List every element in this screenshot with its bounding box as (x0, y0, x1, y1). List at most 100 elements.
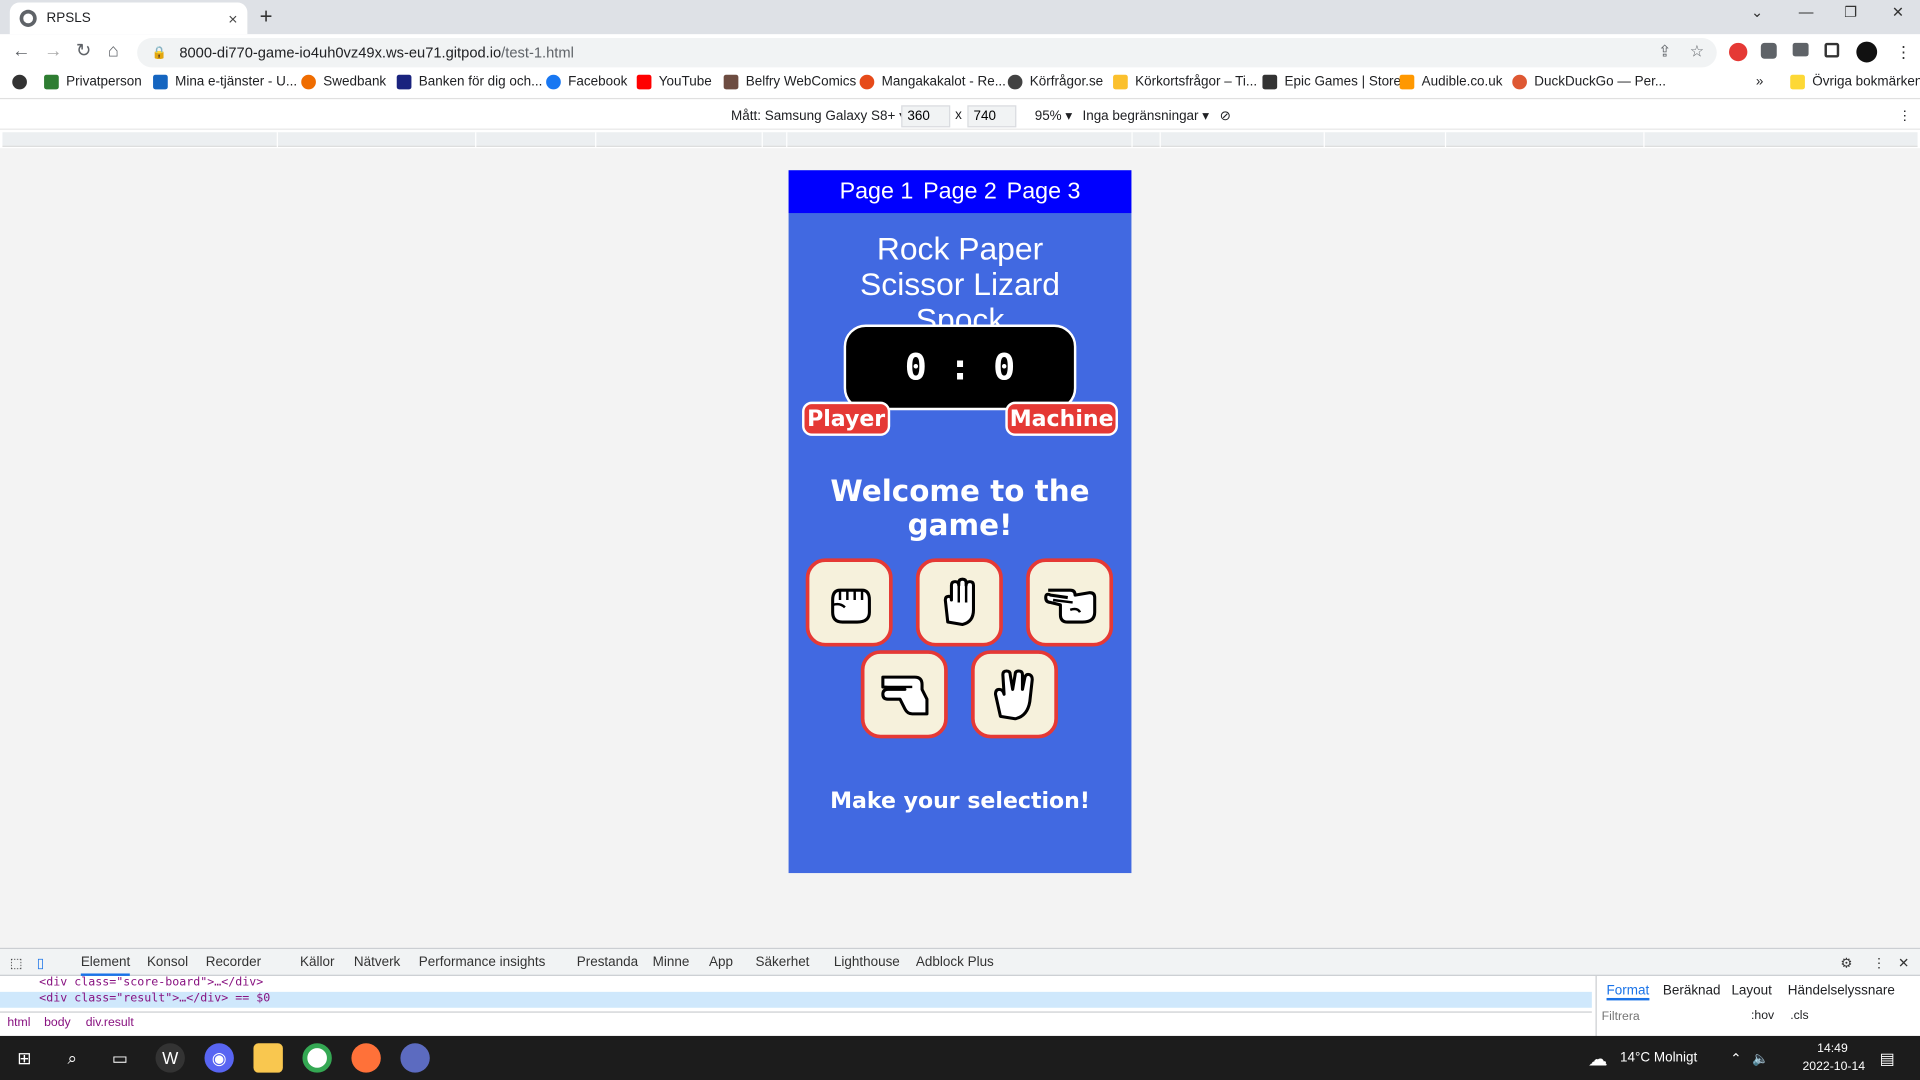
bookmarks-overflow[interactable]: » (1756, 75, 1764, 90)
address-bar[interactable]: 🔒 8000-di770-game-io4uh0vz49x.ws-eu71.gi… (137, 37, 1717, 68)
nav-link-page-3[interactable]: Page 3 (1007, 178, 1081, 205)
clock-time[interactable]: 14:49 (1817, 1042, 1848, 1055)
rock-button[interactable] (805, 558, 893, 647)
dom-node-selected[interactable]: <div class="result">…</div> == $0 (0, 991, 1592, 1008)
tab-search-icon[interactable]: ⌄ (1751, 4, 1763, 21)
tab-close-icon[interactable]: × (228, 9, 237, 27)
clock-date[interactable]: 2022-10-14 (1802, 1060, 1865, 1073)
tray-chevron-icon[interactable]: ⌃ (1730, 1051, 1741, 1067)
cls-toggle[interactable]: .cls (1790, 1009, 1808, 1022)
crumb-html[interactable]: html (7, 1016, 30, 1029)
settings-gear-icon[interactable]: ⚙ (1840, 955, 1852, 971)
tab-kallor[interactable]: Källor (300, 955, 334, 970)
media-icon[interactable] (1792, 42, 1809, 57)
nav-link-page-1[interactable]: Page 1 (840, 178, 914, 205)
tab-minne[interactable]: Minne (653, 955, 690, 970)
spock-button[interactable] (971, 650, 1058, 739)
tab-recorder[interactable]: Recorder (206, 955, 261, 970)
tab-layout[interactable]: Layout (1731, 983, 1771, 998)
bookmark-item[interactable]: DuckDuckGo — Per... (1512, 74, 1666, 90)
task-view-icon[interactable]: ▭ (105, 1043, 134, 1072)
device-menu-icon[interactable]: ⋮ (1898, 108, 1911, 124)
home-icon[interactable]: ⌂ (108, 41, 119, 62)
tab-lighthouse[interactable]: Lighthouse (834, 955, 900, 970)
dom-node[interactable]: <div class="score-board">…</div> (0, 976, 1592, 992)
inspect-icon[interactable]: ⬚ (10, 955, 23, 971)
lizard-button[interactable] (860, 650, 948, 739)
bookmark-item[interactable]: Epic Games | Store (1262, 74, 1401, 90)
sidepanel-icon[interactable] (1824, 42, 1840, 58)
bookmark-item[interactable]: Mina e-tjänster - U... (153, 74, 297, 90)
forward-icon[interactable]: → (44, 41, 62, 62)
tab-element[interactable]: Element (80, 955, 131, 976)
other-bookmarks[interactable]: Övriga bokmärken (1790, 74, 1920, 90)
crumb-div-result[interactable]: div.result (86, 1016, 134, 1029)
bookmark-item[interactable]: Privatperson (44, 74, 142, 90)
bookmark-item[interactable]: Körkortsfrågor – Ti... (1113, 74, 1257, 90)
devtools-menu-icon[interactable]: ⋮ (1872, 955, 1885, 971)
firefox-icon[interactable] (351, 1043, 381, 1073)
bookmark-item[interactable]: Facebook (546, 74, 627, 90)
windows-start-icon[interactable]: ⊞ (10, 1043, 39, 1072)
styles-filter-input[interactable] (1601, 1006, 1743, 1027)
app-icon[interactable] (400, 1043, 430, 1073)
crumb-body[interactable]: body (44, 1016, 71, 1029)
bookmark-item[interactable]: Belfry WebComics (723, 74, 856, 90)
minimize-icon[interactable]: — (1799, 4, 1814, 21)
tab-sakerhet[interactable]: Säkerhet (756, 955, 810, 970)
back-icon[interactable]: ← (12, 41, 30, 62)
bookmark-item[interactable]: Körfrågor.se (1007, 74, 1103, 90)
throttle-select[interactable]: Inga begränsningar ▾ (1082, 108, 1209, 124)
tab-format[interactable]: Format (1606, 983, 1650, 1001)
new-tab-button[interactable]: + (260, 5, 273, 27)
rotate-icon[interactable]: ⊘ (1220, 108, 1231, 124)
profile-avatar[interactable] (1856, 41, 1878, 63)
share-icon[interactable]: ⇪ (1658, 42, 1671, 62)
hov-toggle[interactable]: :hov (1751, 1009, 1774, 1022)
weather-text[interactable]: 14°C Molnigt (1620, 1051, 1697, 1066)
tab-app[interactable]: App (709, 955, 733, 970)
tab-beraknad[interactable]: Beräknad (1663, 983, 1721, 998)
tab-performance-insights[interactable]: Performance insights (419, 955, 546, 970)
height-input[interactable] (967, 105, 1017, 128)
device-toggle-icon[interactable]: ▯ (37, 955, 44, 971)
dom-breadcrumb: html body div.result (0, 1011, 1592, 1035)
paper-button[interactable] (915, 558, 1003, 647)
file-explorer-icon[interactable] (253, 1043, 283, 1073)
bookmark-item[interactable]: YouTube (636, 74, 712, 90)
volume-icon[interactable]: 🔈 (1752, 1051, 1769, 1067)
notifications-icon[interactable]: ▤ (1880, 1049, 1895, 1069)
restore-icon[interactable]: ❐ (1844, 4, 1857, 21)
devtools-close-icon[interactable]: ✕ (1898, 955, 1909, 971)
scissors-button[interactable] (1026, 558, 1114, 647)
nav-link-page-2[interactable]: Page 2 (923, 178, 997, 205)
reload-icon[interactable]: ↻ (76, 41, 91, 62)
chrome-icon[interactable] (302, 1043, 332, 1073)
tab-natverk[interactable]: Nätverk (354, 955, 400, 970)
extensions-icon[interactable] (1760, 42, 1777, 59)
tab-handelselyssnare[interactable]: Händelselyssnare (1788, 983, 1895, 998)
bookmark-item[interactable]: Mangakakalot - Re... (859, 74, 1006, 90)
menu-icon[interactable]: ⋮ (1896, 43, 1912, 61)
zoom-select[interactable]: 95% ▾ (1035, 108, 1072, 124)
browser-tab[interactable]: RPSLS × (9, 2, 248, 35)
width-input[interactable] (901, 105, 951, 128)
discord-icon[interactable]: ◉ (204, 1043, 234, 1073)
bookmark-label: Mangakakalot - Re... (881, 74, 1006, 90)
paper-hand-icon (943, 577, 975, 627)
tab-adblock-plus[interactable]: Adblock Plus (916, 955, 994, 970)
tab-konsol[interactable]: Konsol (147, 955, 188, 970)
bookmark-item[interactable]: Banken för dig och... (396, 74, 542, 90)
wordpad-icon[interactable]: W (155, 1043, 185, 1073)
bookmark-item[interactable]: Swedbank (301, 74, 386, 90)
tab-prestanda[interactable]: Prestanda (577, 955, 638, 970)
devtools-tabbar: ⬚ ▯ Element Konsol Recorder Källor Nätve… (0, 948, 1920, 976)
device-select[interactable]: Mått: Samsung Galaxy S8+ ▾ (731, 108, 906, 124)
close-window-icon[interactable]: ✕ (1892, 4, 1904, 21)
search-icon[interactable]: ⌕ (58, 1043, 87, 1072)
apps-icon[interactable] (12, 74, 34, 90)
bookmark-item[interactable]: Audible.co.uk (1399, 74, 1503, 90)
adblock-icon[interactable] (1728, 42, 1748, 62)
bookmarks-bar: Privatperson Mina e-tjänster - U... Swed… (0, 69, 1920, 100)
bookmark-star-icon[interactable]: ☆ (1690, 42, 1704, 62)
